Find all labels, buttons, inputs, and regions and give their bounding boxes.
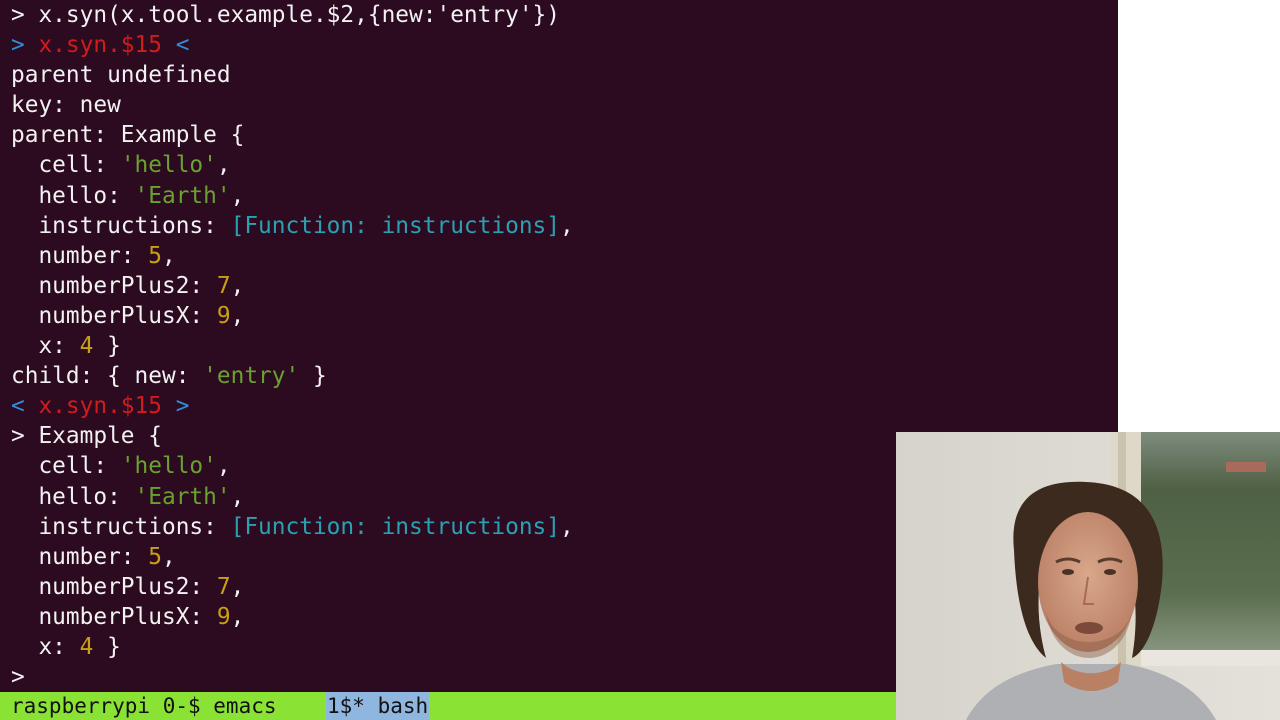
terminal-text-segment: , <box>216 453 231 480</box>
terminal-text-segment: 9 <box>216 603 231 630</box>
terminal-line: parent: Example { <box>11 120 574 150</box>
terminal-text-segment: } <box>93 333 121 360</box>
terminal-text-segment: x: <box>11 633 80 660</box>
terminal-text-segment: [Function: instructions] <box>230 212 561 239</box>
terminal-text-segment: , <box>216 152 231 179</box>
terminal-line: > <box>11 662 574 692</box>
terminal-text-segment: 'Earth' <box>134 483 231 510</box>
terminal-text-segment: numberPlusX: <box>11 302 217 329</box>
terminal-text-segment: > <box>11 32 39 59</box>
terminal-line: numberPlus2: 7, <box>11 572 574 602</box>
terminal-text-segment: child: { new: <box>11 363 204 390</box>
terminal-text-segment: , <box>161 543 176 570</box>
terminal-line: x: 4 } <box>11 632 574 662</box>
terminal-line: numberPlusX: 9, <box>11 602 574 632</box>
terminal-text-segment: numberPlusX: <box>11 603 217 630</box>
terminal-text-segment: } <box>299 363 327 390</box>
terminal-text-segment: number: <box>11 543 149 570</box>
presenter-video-icon <box>896 432 1280 720</box>
webcam-overlay <box>896 432 1280 720</box>
terminal-line: cell: 'hello', <box>11 150 574 180</box>
terminal-text-segment: numberPlus2: <box>11 272 217 299</box>
status-active-window[interactable]: 1$* bash <box>326 692 430 720</box>
terminal-text-segment: hello: <box>11 483 135 510</box>
terminal-line: cell: 'hello', <box>11 451 574 481</box>
terminal-text-segment: [Function: instructions] <box>230 513 561 540</box>
status-session-window[interactable]: raspberrypi 0-$ emacs <box>11 692 277 720</box>
terminal-text-segment: key: new <box>11 92 121 119</box>
terminal-text-segment: 'hello' <box>120 152 217 179</box>
terminal-text-segment: < <box>11 393 39 420</box>
terminal-text-segment: x.syn.$15 <box>38 32 162 59</box>
terminal-text-segment: 7 <box>216 272 231 299</box>
terminal-text-segment: numberPlus2: <box>11 573 217 600</box>
terminal-line: > Example { <box>11 421 574 451</box>
terminal-line: numberPlus2: 7, <box>11 271 574 301</box>
terminal-text-segment: 'entry' <box>203 363 300 390</box>
terminal-text-segment: instructions: <box>11 513 231 540</box>
terminal-text-segment: parent undefined <box>11 62 231 89</box>
terminal-text-segment: 'Earth' <box>134 182 231 209</box>
terminal-text-segment: 4 <box>79 633 94 660</box>
terminal-text-segment: , <box>230 573 245 600</box>
terminal-text-segment: 4 <box>79 333 94 360</box>
terminal-text-segment: 5 <box>148 242 162 269</box>
terminal-line: > x.syn.$15 < <box>11 30 574 60</box>
terminal-text-segment: parent: Example { <box>11 122 245 149</box>
terminal-text-segment: > <box>161 393 190 420</box>
terminal-line: hello: 'Earth', <box>11 181 574 211</box>
terminal-text-segment: , <box>230 483 245 510</box>
terminal-text-segment: > <box>11 664 25 691</box>
terminal-text-segment: , <box>230 182 245 209</box>
terminal-line: number: 5, <box>11 241 574 271</box>
terminal-text-segment: x.syn.$15 <box>38 393 162 420</box>
screen: > x.syn(x.tool.example.$2,{new:'entry'})… <box>0 0 1280 720</box>
terminal-output: > x.syn(x.tool.example.$2,{new:'entry'})… <box>11 0 574 692</box>
terminal-line: < x.syn.$15 > <box>11 391 574 421</box>
terminal-line: hello: 'Earth', <box>11 482 574 512</box>
terminal-line: parent undefined <box>11 60 574 90</box>
terminal-line: numberPlusX: 9, <box>11 301 574 331</box>
terminal-text-segment: 5 <box>148 543 162 570</box>
terminal-text-segment: x: <box>11 333 80 360</box>
terminal-line: instructions: [Function: instructions], <box>11 211 574 241</box>
terminal-text-segment: < <box>161 32 190 59</box>
terminal-text-segment: , <box>161 242 176 269</box>
terminal-line: > x.syn(x.tool.example.$2,{new:'entry'}) <box>11 0 574 30</box>
terminal-line: child: { new: 'entry' } <box>11 361 574 391</box>
terminal-line: number: 5, <box>11 542 574 572</box>
terminal-text-segment: 9 <box>216 302 231 329</box>
terminal-text-segment: } <box>93 633 121 660</box>
terminal-text-segment: 7 <box>216 573 231 600</box>
terminal-text-segment: > Example { <box>11 423 162 450</box>
terminal-text-segment: cell: <box>11 152 121 179</box>
terminal-text-segment: > x.syn(x.tool.example.$2,{new:'entry'}) <box>11 2 560 28</box>
terminal-text-segment: , <box>230 272 245 299</box>
terminal-text-segment: hello: <box>11 182 135 209</box>
terminal-text-segment: , <box>230 603 245 630</box>
terminal-text-segment: , <box>230 302 245 329</box>
terminal-line: instructions: [Function: instructions], <box>11 512 574 542</box>
terminal-line: x: 4 } <box>11 331 574 361</box>
terminal-text-segment: number: <box>11 242 149 269</box>
terminal-line: key: new <box>11 90 574 120</box>
terminal-text-segment: instructions: <box>11 212 231 239</box>
terminal-text-segment: cell: <box>11 453 121 480</box>
terminal-text-segment: , <box>560 212 574 239</box>
terminal-text-segment: , <box>560 513 574 540</box>
terminal-text-segment: 'hello' <box>120 453 217 480</box>
